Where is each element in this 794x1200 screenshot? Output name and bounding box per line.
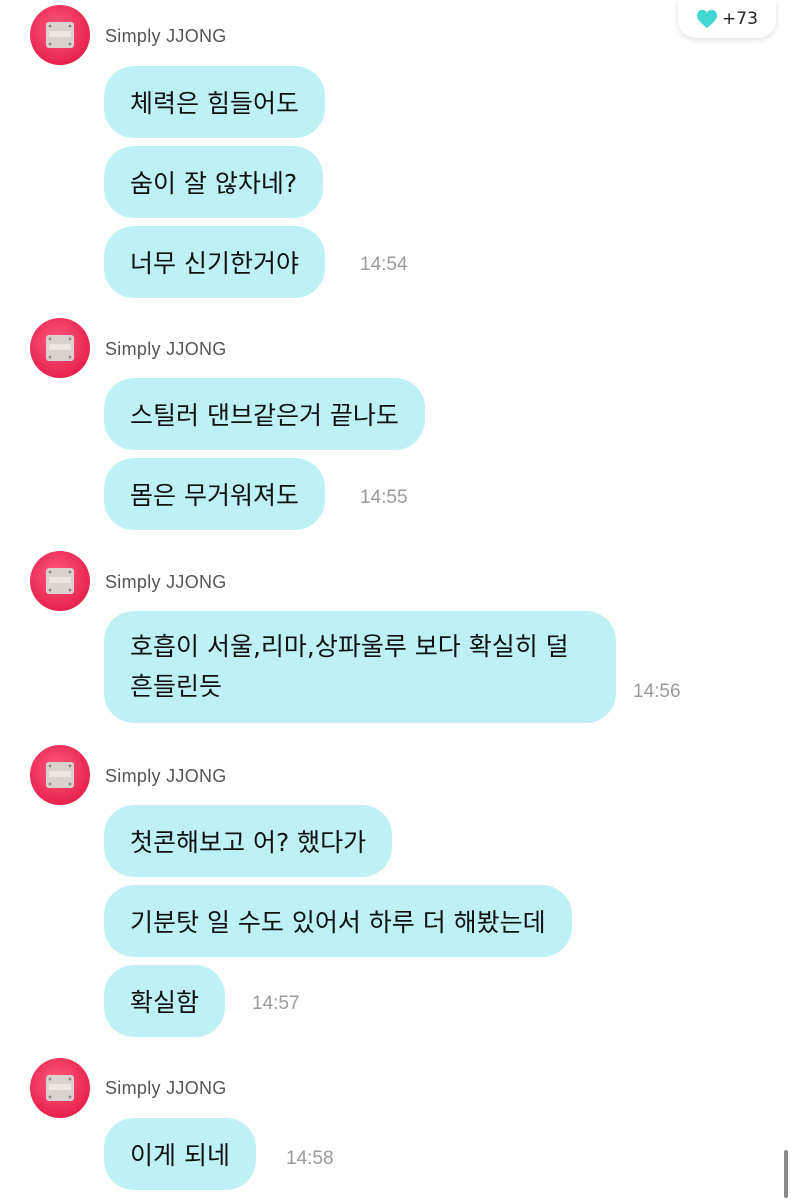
like-count: +73 [722,9,758,29]
message-bubble[interactable]: 호흡이 서울,리마,상파울루 보다 확실히 덜 흔들린듯 [104,611,616,723]
timestamp: 14:56 [633,681,681,702]
avatar[interactable] [30,551,90,611]
avatar[interactable] [30,1058,90,1118]
sender-name: Simply JJONG [105,1078,227,1098]
profile-image [46,568,74,594]
profile-image [46,22,74,48]
message-bubble[interactable]: 이게 되네 [104,1118,256,1190]
message-bubble[interactable]: 숨이 잘 않차네? [104,146,324,218]
sender-name: Simply JJONG [105,339,227,359]
avatar[interactable] [30,745,90,805]
profile-image [46,335,74,361]
message-bubble[interactable]: 체력은 힘들어도 [104,66,325,138]
message-bubble[interactable]: 스틸러 댄브같은거 끝나도 [104,378,425,450]
avatar[interactable] [30,5,90,65]
message-bubble[interactable]: 첫콘해보고 어? 했다가 [104,805,393,877]
timestamp: 14:54 [360,254,408,275]
message-bubble[interactable]: 너무 신기한거야 [104,226,325,298]
message-bubble[interactable]: 기분탓 일 수도 있어서 하루 더 해봤는데 [104,885,572,957]
like-badge[interactable]: +73 [678,0,776,38]
profile-image [46,1075,74,1101]
scrollbar[interactable] [784,1150,788,1198]
sender-name: Simply JJONG [105,572,227,592]
profile-image [46,762,74,788]
timestamp: 14:57 [252,993,300,1014]
timestamp: 14:58 [286,1148,334,1169]
heart-icon [697,9,718,29]
timestamp: 14:55 [360,487,408,508]
message-bubble[interactable]: 확실함 [104,965,226,1037]
sender-name: Simply JJONG [105,766,227,786]
chat-screen: +73 Simply JJONG 체력은 힘들어도 숨이 잘 않차네? 너무 신… [0,0,794,1200]
sender-name: Simply JJONG [105,26,227,46]
message-bubble[interactable]: 몸은 무거워져도 [104,458,325,530]
avatar[interactable] [30,318,90,378]
